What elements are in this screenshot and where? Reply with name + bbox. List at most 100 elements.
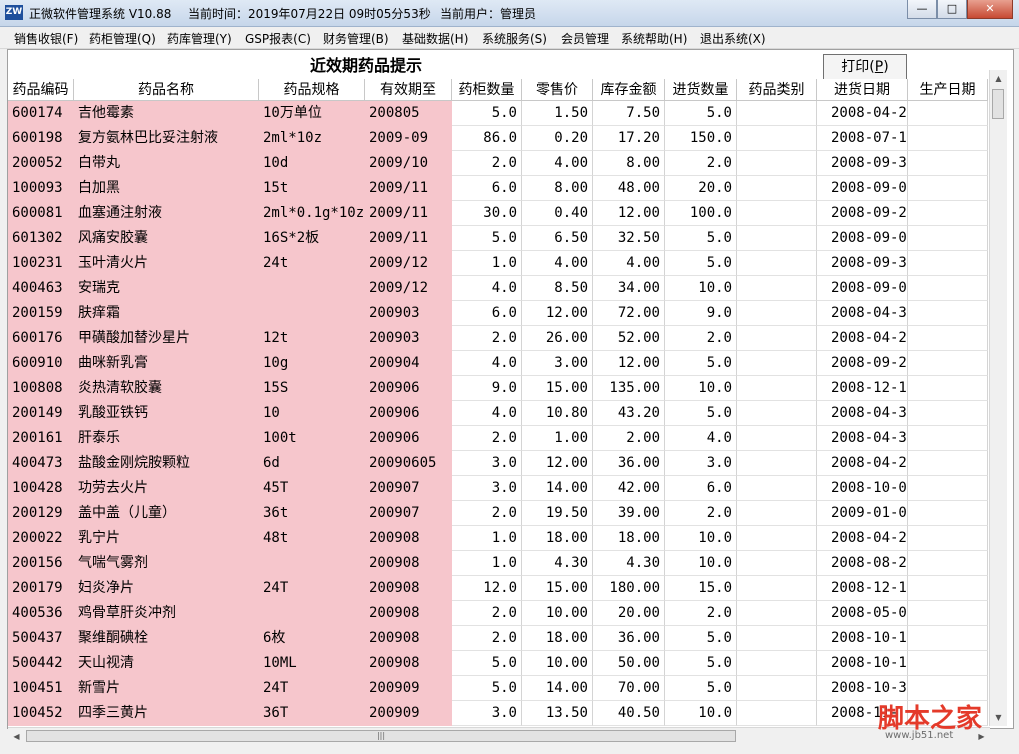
menu-gsp-report[interactable]: GSP报表(C)	[245, 30, 311, 47]
horizontal-scroll-thumb[interactable]: |||	[26, 730, 736, 742]
menu-member[interactable]: 会员管理	[561, 30, 609, 47]
table-row[interactable]: 100451 新雪片 24T 200909 5.0 14.00 70.00 5.0 2008-1…	[8, 676, 988, 701]
cell-spec: 2ml*0.1g*10z	[259, 201, 365, 226]
scroll-up-icon[interactable]: ▲	[990, 70, 1007, 87]
menu-warehouse[interactable]: 药库管理(Y)	[167, 30, 232, 47]
cell-purchase-date: 2008-09-30	[817, 151, 908, 176]
table-row[interactable]: 200161 肝泰乐 100t 200906 2.0 1.00 2.00 4.0 2008-04…	[8, 426, 988, 451]
print-button[interactable]: 打印(P)	[823, 54, 907, 80]
cell-category	[737, 501, 817, 526]
table-row[interactable]: 600198 复方氨林巴比妥注射液 2ml*10z 2009-09 86.0 0.20 17…	[8, 126, 988, 151]
table-row[interactable]: 100428 功劳去火片 45T 200907 3.0 14.00 42.00 6.0 2008…	[8, 476, 988, 501]
table-row[interactable]: 600176 甲磺酸加替沙星片 12t 200903 2.0 26.00 52.00 2.0 2…	[8, 326, 988, 351]
cell-name: 复方氨林巴比妥注射液	[74, 126, 259, 151]
col-header-name[interactable]: 药品名称	[74, 79, 259, 101]
table-row[interactable]: 600910 曲咪新乳膏 10g 200904 4.0 3.00 12.00 5.0 2008-…	[8, 351, 988, 376]
cell-code: 600176	[8, 326, 74, 351]
table-row[interactable]: 200052 白带丸 10d 2009/10 2.0 4.00 8.00 2.0 2008-09…	[8, 151, 988, 176]
cell-stock-amount: 2.00	[593, 426, 665, 451]
menu-finance[interactable]: 财务管理(B)	[323, 30, 389, 47]
menu-sales[interactable]: 销售收银(F)	[14, 30, 78, 47]
scroll-left-icon[interactable]: ◀	[8, 728, 25, 745]
col-header-purchase-qty[interactable]: 进货数量	[665, 79, 737, 101]
maximize-icon[interactable]: □	[937, 0, 967, 19]
table-row[interactable]: 600081 血塞通注射液 2ml*0.1g*10z 2009/11 30.0 0.40 1…	[8, 201, 988, 226]
col-header-production-date[interactable]: 生产日期	[908, 79, 988, 101]
cell-purchase-date: 2008-04-22	[817, 326, 908, 351]
cell-retail-price: 19.50	[522, 501, 593, 526]
cell-category	[737, 676, 817, 701]
horizontal-scrollbar[interactable]: ◀ ||| ▶	[8, 727, 990, 745]
title-bar: ZW 正微软件管理系统 V10.88 当前时间：2019年07月22日 09时0…	[0, 0, 1019, 27]
cell-cabinet-qty: 2.0	[452, 426, 522, 451]
cell-expiry: 2009/11	[365, 201, 452, 226]
cell-spec	[259, 551, 365, 576]
cell-expiry: 200907	[365, 501, 452, 526]
table-row[interactable]: 400473 盐酸金刚烷胺颗粒 6d 20090605 3.0 12.00 36.00 3.0…	[8, 451, 988, 476]
cell-code: 500442	[8, 651, 74, 676]
table-row[interactable]: 600174 吉他霉素 10万单位 200805 5.0 1.50 7.50 5.0 2008-…	[8, 101, 988, 126]
cell-stock-amount: 8.00	[593, 151, 665, 176]
table-body[interactable]: 600174 吉他霉素 10万单位 200805 5.0 1.50 7.50 5.0 2008-…	[8, 101, 988, 726]
col-header-retail-price[interactable]: 零售价	[522, 79, 593, 101]
cell-spec: 15S	[259, 376, 365, 401]
col-header-purchase-date[interactable]: 进货日期	[817, 79, 908, 101]
table-row[interactable]: 400536 鸡骨草肝炎冲剂 200908 2.0 10.00 20.00 2.0 2008-…	[8, 601, 988, 626]
menu-base-data[interactable]: 基础数据(H)	[402, 30, 468, 47]
cell-expiry: 200908	[365, 551, 452, 576]
cell-category	[737, 176, 817, 201]
table-row[interactable]: 200156 气喘气雾剂 200908 1.0 4.30 4.30 10.0 2008-08-…	[8, 551, 988, 576]
cell-retail-price: 4.00	[522, 151, 593, 176]
menu-system-service[interactable]: 系统服务(S)	[482, 30, 547, 47]
col-header-category[interactable]: 药品类别	[737, 79, 817, 101]
table-row[interactable]: 200129 盖中盖（儿童） 36t 200907 2.0 19.50 39.00 2.0 20…	[8, 501, 988, 526]
current-time: 当前时间：2019年07月22日 09时05分53秒	[188, 7, 431, 21]
cell-category	[737, 126, 817, 151]
table-row[interactable]: 100452 四季三黄片 36T 200909 3.0 13.50 40.50 10.0 200…	[8, 701, 988, 726]
table-row[interactable]: 100231 玉叶清火片 24t 2009/12 1.0 4.00 4.00 5.0 2008-…	[8, 251, 988, 276]
cell-stock-amount: 20.00	[593, 601, 665, 626]
table-row[interactable]: 200149 乳酸亚铁钙 10 200906 4.0 10.80 43.20 5.0 2008-…	[8, 401, 988, 426]
col-header-code[interactable]: 药品编码	[8, 79, 74, 101]
scroll-down-icon[interactable]: ▼	[990, 709, 1007, 726]
vertical-scroll-thumb[interactable]	[992, 89, 1004, 119]
table-row[interactable]: 500437 聚维酮碘栓 6枚 200908 2.0 18.00 36.00 5.0 2008-…	[8, 626, 988, 651]
cell-purchase-date: 2008-04-30	[817, 301, 908, 326]
cell-retail-price: 10.00	[522, 601, 593, 626]
cell-purchase-date: 2008-08-29	[817, 551, 908, 576]
table-row[interactable]: 200179 妇炎净片 24T 200908 12.0 15.00 180.00 15.0 20…	[8, 576, 988, 601]
table-row[interactable]: 500442 天山视清 10ML 200908 5.0 10.00 50.00 5.0 2008…	[8, 651, 988, 676]
cell-production-date	[908, 601, 988, 626]
table-row[interactable]: 601302 风痛安胶囊 16S*2板 2009/11 5.0 6.50 32.50 5.0 2…	[8, 226, 988, 251]
cell-purchase-date: 2008-04-22	[817, 101, 908, 126]
cell-production-date	[908, 526, 988, 551]
col-header-spec[interactable]: 药品规格	[259, 79, 365, 101]
table-row[interactable]: 100093 白加黑 15t 2009/11 6.0 8.00 48.00 20.0 2008-…	[8, 176, 988, 201]
table-row[interactable]: 200022 乳宁片 48t 200908 1.0 18.00 18.00 10.0 2008-…	[8, 526, 988, 551]
minimize-icon[interactable]: —	[907, 0, 937, 19]
cell-name: 吉他霉素	[74, 101, 259, 126]
col-header-expiry[interactable]: 有效期至	[365, 79, 452, 101]
cell-retail-price: 1.00	[522, 426, 593, 451]
col-header-cabinet-qty[interactable]: 药柜数量	[452, 79, 522, 101]
menu-cabinet[interactable]: 药柜管理(Q)	[89, 30, 156, 47]
table-row[interactable]: 100808 炎热清软胶囊 15S 200906 9.0 15.00 135.00 10.0 2…	[8, 376, 988, 401]
table-row[interactable]: 200159 肤痒霜 200903 6.0 12.00 72.00 9.0 2008-04-3…	[8, 301, 988, 326]
table-row[interactable]: 400463 安瑞克 2009/12 4.0 8.50 34.00 10.0 2008-09-…	[8, 276, 988, 301]
cell-spec: 6枚	[259, 626, 365, 651]
cell-production-date	[908, 626, 988, 651]
menu-help[interactable]: 系统帮助(H)	[621, 30, 687, 47]
cell-expiry: 200908	[365, 601, 452, 626]
col-header-stock-amount[interactable]: 库存金额	[593, 79, 665, 101]
cell-name: 曲咪新乳膏	[74, 351, 259, 376]
vertical-scrollbar[interactable]: ▲ ▼	[989, 70, 1007, 726]
cell-retail-price: 0.40	[522, 201, 593, 226]
cell-cabinet-qty: 4.0	[452, 276, 522, 301]
cell-stock-amount: 36.00	[593, 626, 665, 651]
cell-expiry: 200907	[365, 476, 452, 501]
close-icon[interactable]: ✕	[967, 0, 1013, 19]
cell-purchase-qty: 5.0	[665, 651, 737, 676]
cell-cabinet-qty: 5.0	[452, 226, 522, 251]
cell-name: 肝泰乐	[74, 426, 259, 451]
menu-exit[interactable]: 退出系统(X)	[700, 30, 766, 47]
